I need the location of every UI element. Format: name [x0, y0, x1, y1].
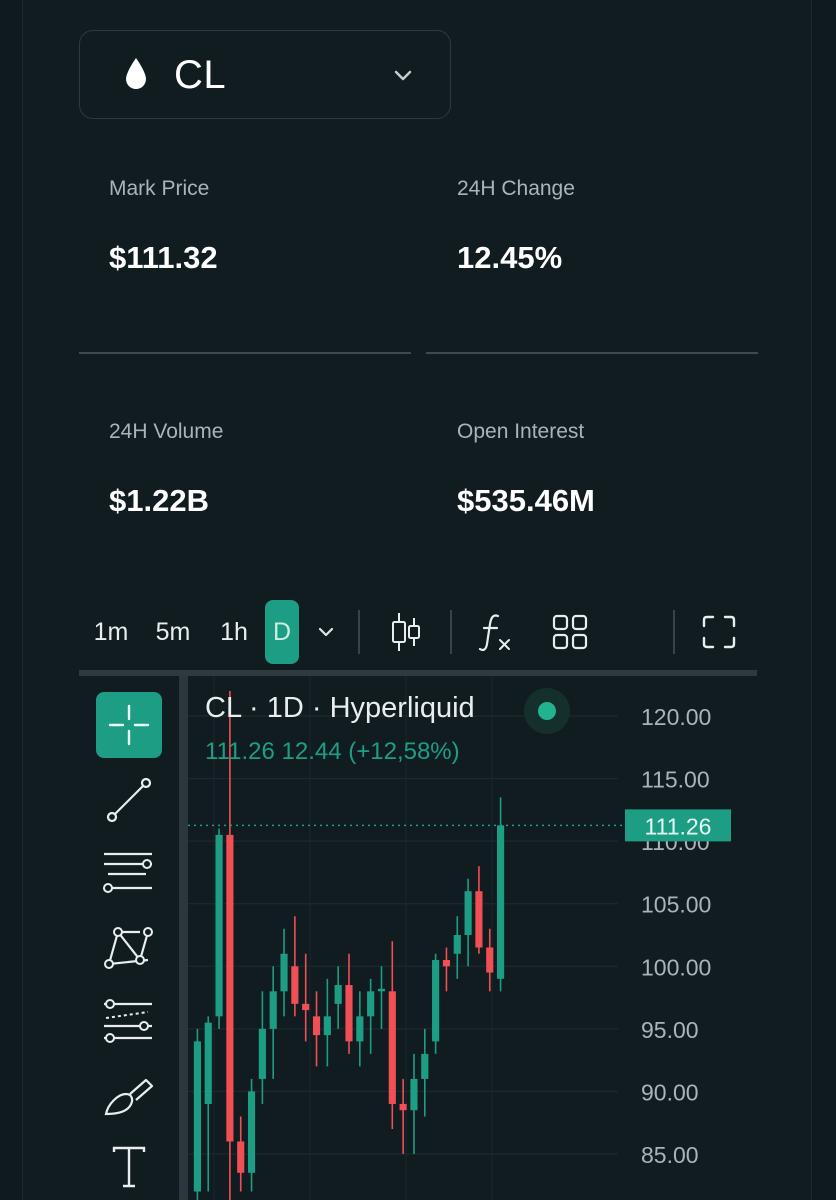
last-price-label: 111.26	[645, 813, 712, 839]
candle-body	[302, 1003, 310, 1011]
candle-body	[453, 935, 461, 954]
fullscreen-icon[interactable]	[702, 615, 736, 649]
y-tick-label: 105.00	[641, 892, 711, 918]
horizontal-lines-tool[interactable]	[96, 840, 162, 906]
market-selector[interactable]: CL	[79, 30, 451, 119]
stats-divider-left	[79, 352, 411, 354]
candle-body	[204, 1022, 212, 1104]
candle-body	[464, 891, 472, 935]
trendline-tool[interactable]	[96, 767, 162, 833]
y-tick-label: 90.00	[641, 1079, 699, 1105]
candle-body	[377, 988, 386, 992]
candle-body	[367, 991, 375, 1017]
open-interest-value: $535.46M	[457, 483, 595, 518]
market-symbol: CL	[174, 53, 227, 97]
volume-24h-value: $1.22B	[109, 483, 209, 518]
candle-body	[334, 985, 342, 1004]
mark-price-value: $111.32	[109, 240, 218, 275]
toolbar-separator	[450, 610, 452, 654]
candle-body	[215, 834, 223, 1017]
drawing-toolbar-divider	[179, 676, 188, 1200]
candle-body	[193, 1041, 201, 1192]
interval-d[interactable]: D	[265, 600, 299, 664]
candle-body	[269, 991, 277, 1029]
candle-body	[432, 960, 440, 1042]
interval-1m[interactable]: 1m	[88, 600, 134, 664]
candle-body	[497, 825, 505, 979]
y-tick-label: 115.00	[641, 767, 710, 793]
volume-24h-label: 24H Volume	[109, 420, 224, 443]
horizontal-lines-icon	[103, 852, 152, 893]
y-tick-label: 95.00	[641, 1017, 699, 1043]
candle-body	[247, 1091, 256, 1173]
pattern-tool[interactable]	[96, 914, 162, 980]
change-24h-label: 24H Change	[457, 177, 575, 200]
candle-body	[421, 1053, 429, 1079]
brush-tool[interactable]	[96, 1064, 162, 1130]
candle-body	[410, 1078, 418, 1111]
mark-price-label: Mark Price	[109, 177, 210, 200]
crosshair-icon	[108, 704, 150, 746]
candle-body	[312, 1016, 321, 1036]
trendline-icon	[106, 777, 152, 823]
interval-chevron-down-icon[interactable]	[314, 620, 338, 644]
toolbar-separator	[358, 610, 360, 654]
candle-body	[345, 985, 353, 1042]
candle-body	[475, 891, 483, 948]
indicators-icon[interactable]	[478, 610, 514, 654]
toolbar-separator	[673, 610, 675, 654]
candle-body	[388, 991, 396, 1104]
droplet-icon	[126, 58, 146, 89]
stats-divider-right	[426, 352, 758, 354]
change-24h-value: 12.45%	[457, 240, 563, 275]
ohlc-readout: 111.26 12.44 (+12,58%)	[205, 738, 460, 765]
pattern-icon	[104, 927, 153, 969]
layout-grid-icon[interactable]	[552, 614, 588, 650]
projection-icon	[104, 999, 152, 1043]
market-status-indicator	[524, 688, 570, 734]
chart-title: CL · 1D · Hyperliquid	[205, 692, 475, 724]
text-tool[interactable]	[96, 1134, 162, 1200]
candlestick-type-icon[interactable]	[389, 610, 423, 654]
y-tick-label: 120.00	[641, 704, 711, 730]
y-tick-label: 100.00	[641, 954, 711, 980]
candle-body	[258, 1028, 266, 1079]
crosshair-tool[interactable]	[96, 692, 162, 758]
text-icon	[112, 1146, 146, 1188]
brush-icon	[104, 1078, 154, 1116]
candle-body	[442, 960, 451, 967]
candle-body	[291, 966, 299, 1004]
projection-tool[interactable]	[96, 988, 162, 1054]
y-tick-label: 85.00	[641, 1142, 699, 1168]
candle-body	[399, 1103, 407, 1111]
candle-body	[356, 1016, 364, 1042]
candle-body	[280, 953, 288, 992]
interval-1h[interactable]: 1h	[213, 600, 255, 664]
candle-body	[226, 834, 234, 1142]
interval-5m[interactable]: 5m	[150, 600, 196, 664]
candle-body	[237, 1141, 245, 1173]
candle-body	[486, 947, 494, 973]
candle-body	[323, 1016, 331, 1036]
open-interest-label: Open Interest	[457, 420, 585, 443]
chevron-down-icon	[394, 70, 412, 81]
